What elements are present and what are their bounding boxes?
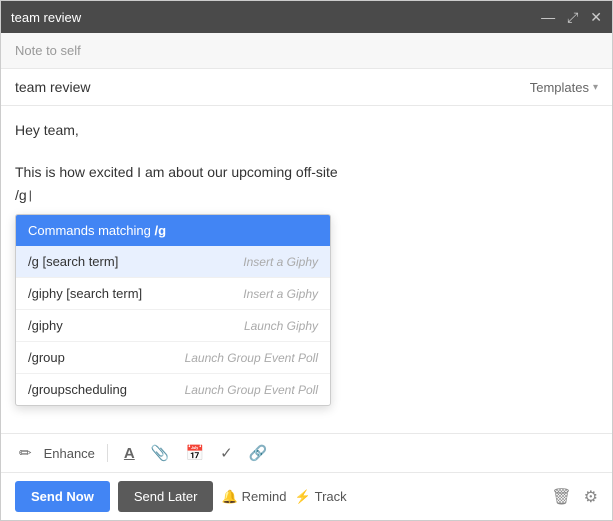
dropdown-item[interactable]: /group Launch Group Event Poll	[16, 342, 330, 374]
dropdown-item[interactable]: /g [search term] Insert a Giphy	[16, 246, 330, 278]
expand-button[interactable]: ⤢	[567, 9, 578, 26]
cmd-desc: Launch Group Event Poll	[185, 351, 318, 365]
templates-label: Templates	[530, 80, 589, 95]
cmd-name: /groupscheduling	[28, 382, 127, 397]
dropdown-header-prefix: Commands matching	[28, 223, 154, 238]
cmd-name: /giphy	[28, 318, 63, 333]
dropdown-header: Commands matching /g	[16, 215, 330, 246]
dropdown-item[interactable]: /giphy [search term] Insert a Giphy	[16, 278, 330, 310]
settings-icon[interactable]: ⚙	[584, 487, 598, 507]
body-area[interactable]: Hey team, This is how excited I am about…	[1, 106, 612, 433]
command-dropdown: Commands matching /g /g [search term] In…	[15, 214, 331, 406]
cmd-desc: Launch Group Event Poll	[185, 383, 318, 397]
checkmark-icon[interactable]: ✓	[216, 442, 237, 464]
body-line2	[15, 141, 598, 162]
remind-label: Remind	[242, 489, 287, 504]
cursor-line: /g |	[15, 187, 598, 203]
lightning-icon: ⚡	[294, 489, 310, 505]
cmd-name: /g [search term]	[28, 254, 118, 269]
calendar-icon[interactable]: 📅	[181, 442, 208, 464]
cmd-desc: Insert a Giphy	[243, 255, 318, 269]
formatting-toolbar: ✏ Enhance A 📎 📅 ✓ 🔗	[1, 433, 612, 472]
toolbar-divider	[107, 444, 108, 462]
action-right: 🗑 ⚙	[551, 487, 598, 507]
dropdown-item[interactable]: /giphy Launch Giphy	[16, 310, 330, 342]
remind-button[interactable]: 🔔 Remind	[221, 489, 286, 505]
body-line3: This is how excited I am about our upcom…	[15, 162, 598, 183]
body-line1: Hey team,	[15, 120, 598, 141]
text-cursor-icon: |	[29, 188, 32, 202]
track-button[interactable]: ⚡ Track	[294, 489, 346, 505]
note-to-self-label: Note to self	[1, 33, 612, 69]
font-icon[interactable]: A	[120, 443, 139, 464]
attachment-icon[interactable]: 📎	[147, 442, 174, 464]
window-controls: — ⤢ ✕	[541, 9, 602, 26]
subject-row: team review Templates ▾	[1, 69, 612, 106]
enhance-label[interactable]: Enhance	[44, 446, 95, 461]
cmd-name: /group	[28, 350, 65, 365]
compose-window: team review — ⤢ ✕ Note to self team revi…	[0, 0, 613, 521]
titlebar: team review — ⤢ ✕	[1, 1, 612, 33]
dropdown-item[interactable]: /groupscheduling Launch Group Event Poll	[16, 374, 330, 405]
enhance-icon: ✏	[15, 442, 36, 464]
close-button[interactable]: ✕	[590, 9, 602, 26]
cmd-name: /giphy [search term]	[28, 286, 142, 301]
minimize-button[interactable]: —	[541, 9, 555, 25]
link-icon[interactable]: 🔗	[245, 442, 272, 464]
trash-icon[interactable]: 🗑	[551, 487, 571, 507]
remind-icon: 🔔	[221, 489, 237, 505]
dropdown-header-term: /g	[154, 223, 166, 238]
chevron-down-icon: ▾	[593, 82, 598, 93]
send-now-button[interactable]: Send Now	[15, 481, 110, 512]
window-title: team review	[11, 10, 81, 25]
body-line4: /g	[15, 187, 27, 203]
templates-button[interactable]: Templates ▾	[530, 80, 598, 95]
subject-text: team review	[15, 79, 90, 95]
send-later-button[interactable]: Send Later	[118, 481, 214, 512]
track-label: Track	[315, 489, 347, 504]
cmd-desc: Launch Giphy	[244, 319, 318, 333]
cmd-desc: Insert a Giphy	[243, 287, 318, 301]
action-bar: Send Now Send Later 🔔 Remind ⚡ Track 🗑 ⚙	[1, 472, 612, 520]
